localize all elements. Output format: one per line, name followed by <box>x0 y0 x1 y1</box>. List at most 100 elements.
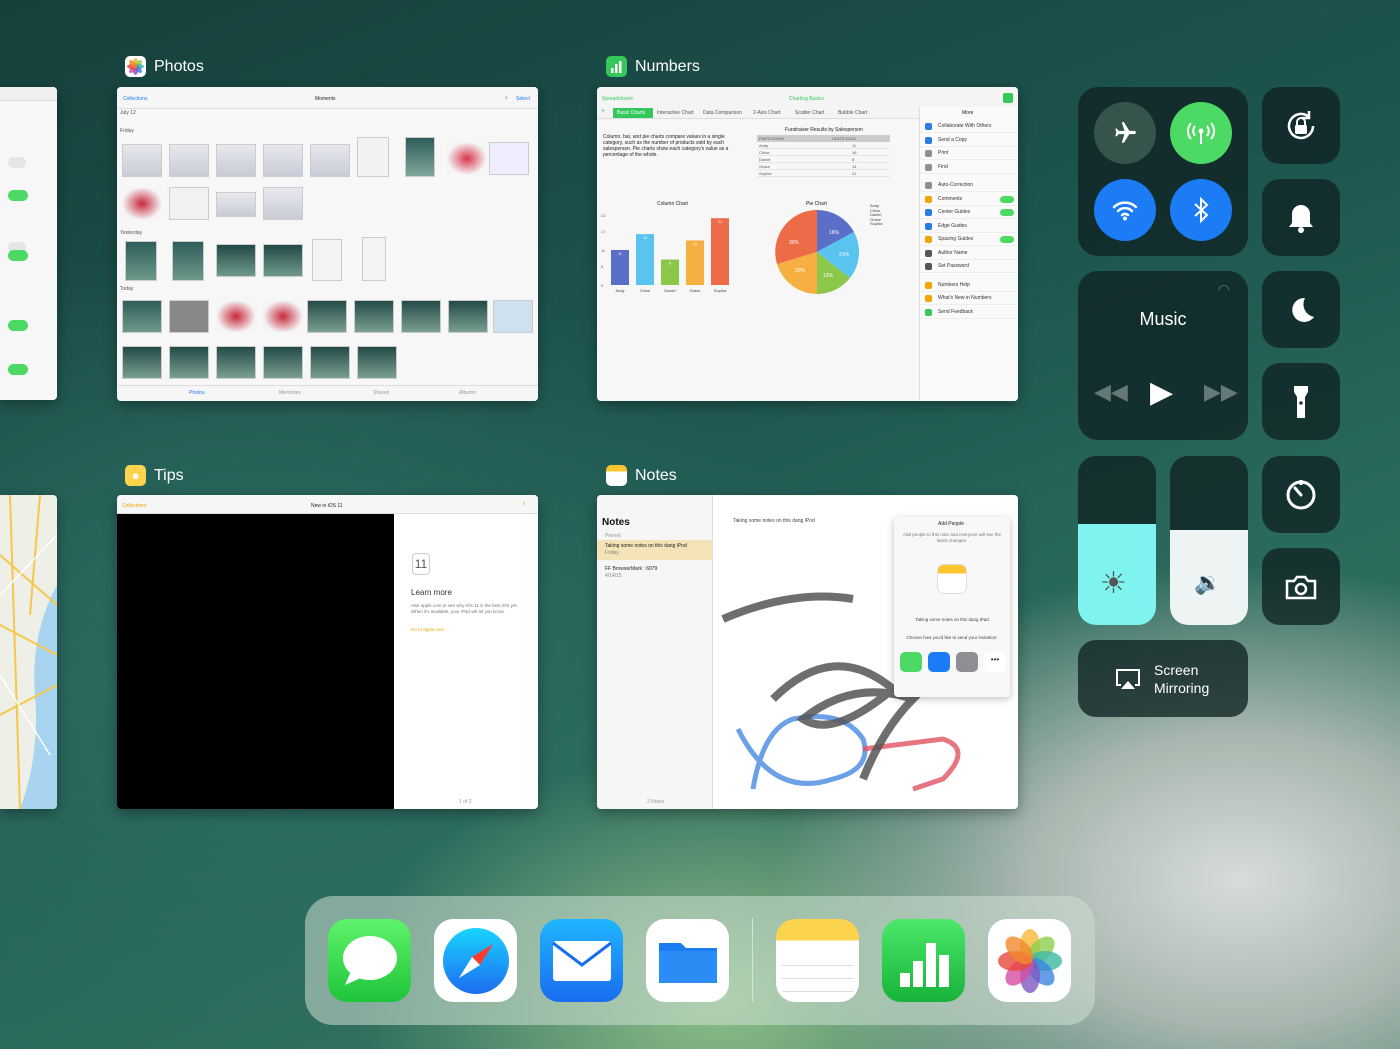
tab-albums[interactable]: Albums <box>459 390 476 396</box>
note-item[interactable]: FF BrowserMark : 6079 4/14/15 <box>597 563 712 581</box>
bar[interactable] <box>686 240 704 285</box>
note-item-selected[interactable]: Taking some notes on this dang iPod Frid… <box>597 540 712 560</box>
menu-item[interactable]: Send a Copy <box>920 134 1018 147</box>
toggle-switch[interactable] <box>1000 195 1014 203</box>
tips-card[interactable]: Collections New in iOS 11 ⇧ 11 Learn mor… <box>117 495 538 809</box>
share-mail-button[interactable] <box>928 652 950 672</box>
sheet-tab-4[interactable]: Scatter Chart <box>795 110 824 116</box>
nav-back-button[interactable]: Collections <box>122 503 146 509</box>
dock-safari-icon[interactable] <box>434 919 517 1002</box>
partial-settings-card[interactable] <box>0 87 57 400</box>
photos-card[interactable]: Collections Moments ⌕ Select July 12 Fri… <box>117 87 538 401</box>
table-row[interactable]: Sophia 21 <box>757 170 890 177</box>
do-not-disturb-button[interactable] <box>1262 271 1340 348</box>
tab-memories[interactable]: Memories <box>279 390 301 396</box>
timer-button[interactable] <box>1262 456 1340 533</box>
dock-notes-icon[interactable] <box>776 919 859 1002</box>
toolbar-icon[interactable] <box>1003 93 1013 103</box>
photo-thumb[interactable] <box>216 144 256 177</box>
numbers-card[interactable]: Spreadsheets Charting Basics + Basic Cha… <box>597 87 1018 401</box>
add-sheet-button[interactable]: + <box>601 108 605 115</box>
photo-thumb[interactable] <box>489 142 529 175</box>
menu-item[interactable]: Set Password <box>920 260 1018 273</box>
photo-thumb[interactable] <box>493 300 533 333</box>
bluetooth-button[interactable] <box>1170 179 1232 241</box>
airplay-icon[interactable]: ◠ <box>1218 281 1230 298</box>
sheet-tab-1[interactable]: Interactive Chart <box>657 110 694 116</box>
bar[interactable] <box>711 218 729 285</box>
menu-item[interactable]: Edge Guides <box>920 220 1018 233</box>
photo-thumb[interactable] <box>216 300 256 333</box>
photo-thumb[interactable] <box>447 142 487 175</box>
video-area[interactable] <box>117 514 394 809</box>
photo-thumb[interactable] <box>172 241 204 281</box>
photo-thumb[interactable] <box>169 300 209 333</box>
wifi-button[interactable] <box>1094 179 1156 241</box>
menu-item[interactable]: Auto-Correction <box>920 179 1018 192</box>
menu-item[interactable]: Find <box>920 161 1018 174</box>
spreadsheets-button[interactable]: Spreadsheets <box>602 96 633 102</box>
bar[interactable] <box>636 234 654 285</box>
photo-thumb[interactable] <box>122 346 162 379</box>
photo-thumb[interactable] <box>216 346 256 379</box>
toggle-switch[interactable] <box>1000 236 1014 243</box>
music-widget[interactable]: ◠ Music ◀◀ ▶ ▶▶ <box>1078 271 1248 440</box>
photo-thumb[interactable] <box>354 300 394 333</box>
menu-item[interactable]: Send Feedback <box>920 306 1018 319</box>
menu-item[interactable]: Print <box>920 147 1018 160</box>
sheet-tab-5[interactable]: Bubble Chart <box>838 110 867 116</box>
photo-thumb[interactable] <box>216 244 256 277</box>
select-button[interactable]: Select <box>516 96 530 102</box>
share-copy-link-button[interactable] <box>956 652 978 672</box>
menu-item[interactable]: Spacing Guides <box>920 233 1018 246</box>
dock-files-icon[interactable] <box>646 919 729 1002</box>
dock-numbers-icon[interactable] <box>882 919 965 1002</box>
toggle-switch[interactable] <box>1000 209 1014 216</box>
photo-thumb[interactable] <box>169 144 209 177</box>
table-row[interactable]: Daniel 8 <box>757 156 890 163</box>
cellular-button[interactable] <box>1170 102 1232 164</box>
nav-back-button[interactable]: Collections <box>123 96 147 102</box>
photo-thumb[interactable] <box>263 187 303 220</box>
photo-thumb[interactable] <box>357 346 397 379</box>
photo-thumb[interactable] <box>216 192 256 217</box>
volume-slider[interactable]: 🔉 <box>1170 456 1248 625</box>
sheet-tab-3[interactable]: 2-Axis Chart <box>753 110 781 116</box>
airplane-mode-button[interactable] <box>1094 102 1156 164</box>
menu-item[interactable]: Numbers Help <box>920 279 1018 292</box>
photo-thumb[interactable] <box>310 144 350 177</box>
brightness-slider[interactable]: ☀ <box>1078 456 1156 625</box>
camera-button[interactable] <box>1262 548 1340 625</box>
menu-item[interactable]: Center Guides <box>920 206 1018 219</box>
screen-mirroring-button[interactable]: Screen Mirroring <box>1078 640 1248 717</box>
fast-forward-icon[interactable]: ▶▶ <box>1204 379 1238 405</box>
orientation-lock-button[interactable] <box>1262 87 1340 164</box>
flashlight-button[interactable] <box>1262 363 1340 440</box>
photo-thumb[interactable] <box>263 144 303 177</box>
dock-messages-icon[interactable] <box>328 919 411 1002</box>
apple-link[interactable]: Go to apple.com <box>411 627 444 632</box>
photo-thumb[interactable] <box>169 187 209 220</box>
rewind-icon[interactable]: ◀◀ <box>1094 379 1128 405</box>
table-row[interactable]: Andy 11 <box>757 142 890 149</box>
photo-thumb[interactable] <box>405 137 435 177</box>
photo-thumb[interactable] <box>401 300 441 333</box>
partial-maps-card[interactable] <box>0 495 57 809</box>
dock-photos-icon[interactable] <box>988 919 1071 1002</box>
photo-thumb[interactable] <box>362 237 386 281</box>
photo-thumb[interactable] <box>448 300 488 333</box>
menu-item[interactable]: Author Name <box>920 247 1018 260</box>
share-message-button[interactable] <box>900 652 922 672</box>
pie-chart[interactable]: 16% 21% 13% 20% 30% <box>772 207 862 297</box>
data-table[interactable]: PARTICIPANT UNITS SOLD Andy 11 Chloe 16 Danie… <box>757 135 890 177</box>
tab-photos[interactable]: Photos <box>189 390 205 396</box>
photo-thumb[interactable] <box>263 300 303 333</box>
dock-mail-icon[interactable] <box>540 919 623 1002</box>
photo-thumb[interactable] <box>310 346 350 379</box>
share-icon[interactable]: ⇧ <box>522 501 526 507</box>
share-more-button[interactable]: ••• <box>984 652 1006 672</box>
photo-thumb[interactable] <box>312 239 342 281</box>
mute-button[interactable] <box>1262 179 1340 256</box>
tab-shared[interactable]: Shared <box>373 390 389 396</box>
search-icon[interactable]: ⌕ <box>505 95 508 101</box>
